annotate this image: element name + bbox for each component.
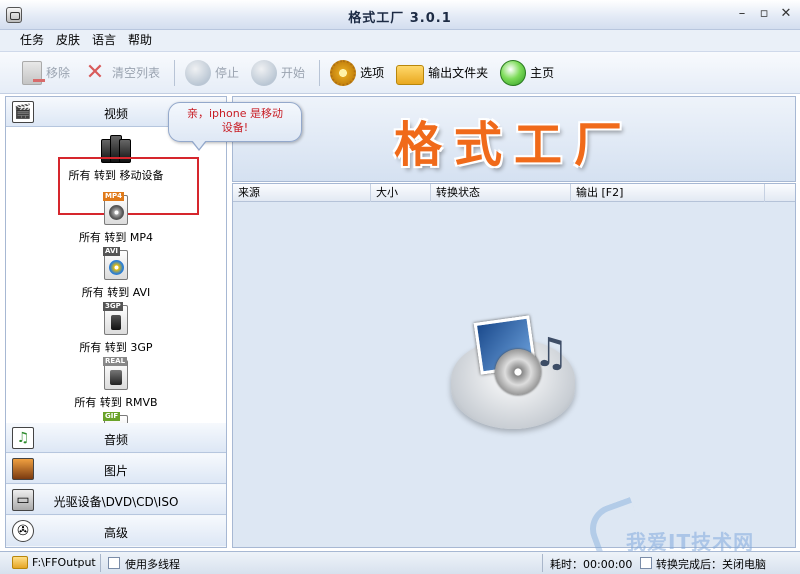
window-title: 格式工厂 3.0.1 — [348, 11, 452, 26]
folder-icon — [396, 64, 425, 85]
elapsed-time: 耗时：00:00:00 — [550, 558, 633, 571]
menu-skin[interactable]: 皮肤 — [50, 30, 86, 51]
start-button[interactable]: 开始 — [247, 57, 309, 89]
rmvb-file-icon: REAL — [103, 357, 128, 390]
banner: 格式工厂 — [232, 96, 796, 182]
home-label: 主页 — [530, 66, 555, 80]
avi-file-icon: AVI — [103, 247, 128, 280]
format-factory-logo: ♫ — [451, 315, 575, 429]
remove-label: 移除 — [46, 66, 71, 80]
status-separator — [100, 554, 101, 572]
remove-button[interactable]: 移除 — [18, 57, 74, 89]
convert-to-rmvb-item[interactable]: REAL 所有 转到 RMVB — [6, 357, 226, 415]
menu-bar: 任务 皮肤 语言 帮助 — [0, 30, 800, 52]
toolbar-separator — [319, 59, 321, 86]
gear-icon — [330, 59, 357, 86]
close-button[interactable]: ✕ — [778, 6, 794, 22]
status-bar: F:\FFOutput 使用多线程 耗时：00:00:00 转换完成后：关闭电脑 — [0, 551, 800, 574]
stop-label: 停止 — [215, 66, 240, 80]
tooltip-line-2: 设备! — [221, 121, 249, 134]
category-label: 音频 — [103, 433, 128, 447]
file-list: 来源 大小 转换状态 输出 [F2] ♫ — [232, 183, 796, 548]
multithread-checkbox[interactable] — [108, 557, 120, 569]
tooltip-line-1: 亲，iphone 是移动 — [187, 107, 283, 120]
output-folder-label: 输出文件夹 — [428, 66, 489, 80]
category-label: 图片 — [103, 464, 128, 478]
list-header: 来源 大小 转换状态 输出 [F2] — [233, 184, 795, 202]
menu-task[interactable]: 任务 — [14, 30, 50, 51]
stop-button[interactable]: 停止 — [181, 57, 243, 89]
category-picture[interactable]: 图片 — [6, 454, 226, 484]
sidebar: 🎬 视频 所有 转到 移动设备 MP4 所有 转到 MP4 AVI 所有 转到 … — [5, 96, 227, 548]
category-disc[interactable]: ▭ 光驱设备\DVD\CD\ISO — [6, 485, 226, 515]
start-label: 开始 — [281, 66, 306, 80]
column-size[interactable]: 大小 — [371, 184, 431, 202]
column-status[interactable]: 转换状态 — [431, 184, 571, 202]
remove-icon — [22, 60, 45, 85]
menu-help[interactable]: 帮助 — [122, 30, 158, 51]
status-separator — [542, 554, 543, 572]
column-output[interactable]: 输出 [F2] — [571, 184, 765, 202]
options-label: 选项 — [360, 66, 385, 80]
stop-icon — [185, 59, 212, 86]
convert-item-label: 所有 转到 AVI — [81, 286, 151, 299]
category-audio[interactable]: ♫ 音频 — [6, 423, 226, 453]
mp4-file-icon: MP4 — [103, 192, 128, 225]
options-button[interactable]: 选项 — [326, 57, 388, 89]
convert-item-label: 所有 转到 3GP — [79, 341, 153, 354]
banner-title: 格式工厂 — [393, 117, 634, 173]
clear-list-icon: ✕ — [85, 59, 105, 85]
output-folder-button[interactable]: 输出文件夹 — [392, 57, 492, 89]
restore-button[interactable]: ▫ — [756, 6, 772, 22]
clear-list-label: 清空列表 — [112, 66, 161, 80]
minimize-button[interactable]: – — [734, 6, 750, 22]
gif-file-icon: GIF — [103, 412, 128, 423]
home-button[interactable]: 主页 — [496, 57, 558, 89]
convert-to-mp4-item[interactable]: MP4 所有 转到 MP4 — [6, 192, 226, 250]
after-convert-checkbox[interactable] — [640, 557, 652, 569]
video-items-list: 所有 转到 移动设备 MP4 所有 转到 MP4 AVI 所有 转到 AVI 3… — [6, 127, 226, 423]
title-bar: 格式工厂 3.0.1 – ▫ ✕ — [0, 0, 800, 30]
multithread-label: 使用多线程 — [125, 558, 180, 571]
after-convert-label: 转换完成后：关闭电脑 — [656, 558, 766, 571]
convert-to-gif-item[interactable]: GIF — [6, 412, 226, 423]
category-label: 高级 — [103, 526, 128, 540]
convert-to-3gp-item[interactable]: 3GP 所有 转到 3GP — [6, 302, 226, 360]
toolbar-separator — [174, 59, 176, 86]
category-advanced[interactable]: ✇ 高级 — [6, 516, 226, 546]
output-folder-icon[interactable] — [12, 556, 28, 569]
globe-search-icon — [500, 59, 527, 86]
column-source[interactable]: 来源 — [233, 184, 371, 202]
menu-language[interactable]: 语言 — [86, 30, 122, 51]
3gp-file-icon: 3GP — [103, 302, 128, 335]
toolbar: 移除 ✕ 清空列表 停止 开始 选项 输出文件夹 主页 — [0, 52, 800, 94]
category-label: 光驱设备\DVD\CD\ISO — [53, 495, 179, 509]
convert-to-avi-item[interactable]: AVI 所有 转到 AVI — [6, 247, 226, 305]
tooltip-bubble: 亲，iphone 是移动 设备! — [168, 102, 302, 151]
window-controls: – ▫ ✕ — [734, 6, 794, 22]
output-path: F:\FFOutput — [32, 556, 96, 569]
start-icon — [251, 59, 278, 86]
convert-item-label: 所有 转到 MP4 — [78, 231, 154, 244]
convert-item-label: 所有 转到 RMVB — [74, 396, 158, 409]
clear-list-button[interactable]: ✕ 清空列表 — [78, 57, 164, 89]
music-note-icon: ♫ — [533, 330, 569, 376]
